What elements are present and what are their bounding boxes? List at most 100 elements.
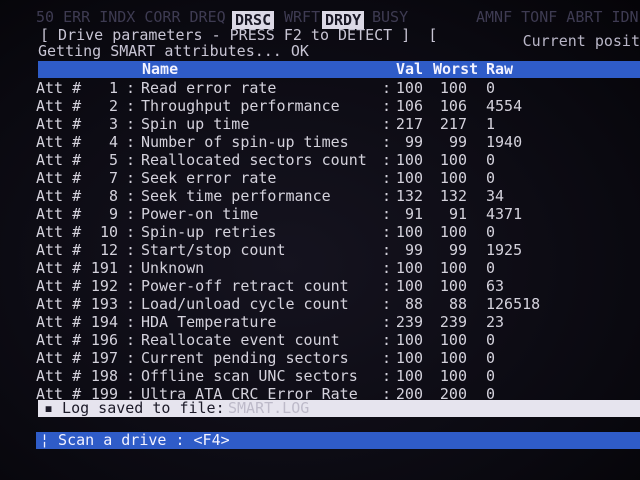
attr-id: 192 [90, 277, 118, 295]
attr-worst: 100 [439, 223, 467, 241]
scan-drive-hint: ¦ Scan a drive : <F4> [40, 431, 230, 449]
attr-worst: 100 [439, 79, 467, 97]
attr-raw: 1940 [486, 133, 523, 151]
separator: : [126, 151, 136, 169]
separator: : [126, 241, 136, 259]
separator: : [126, 97, 136, 115]
separator: : [126, 259, 136, 277]
attr-id: 5 [108, 151, 118, 169]
log-saved-bar: ▪ Log saved to file: SMART.LOG [38, 399, 640, 417]
attr-worst: 91 [448, 205, 467, 223]
attr-name: Current pending sectors [141, 349, 349, 367]
table-row: Att #197: Current pending sectors:100 100 0 [0, 349, 640, 367]
table-row: Att #10: Spin-up retries:100 100 0 [0, 223, 640, 241]
attr-worst: 100 [439, 367, 467, 385]
table-row: Att #194: HDA Temperature:239 239 23 [0, 313, 640, 331]
current-position-label: Current posit [522, 32, 640, 50]
status-flags-dim-left: 50 ERR INDX CORR DREQ [36, 8, 226, 26]
separator: : [382, 151, 392, 169]
attr-name: Load/unload cycle count [141, 295, 349, 313]
table-row: Att #4: Number of spin-up times:99 99 1940 [0, 133, 640, 151]
attr-prefix: Att # [36, 79, 82, 97]
attr-name: Read error rate [141, 79, 277, 97]
status-flag-wrft: WRFT [284, 8, 321, 26]
table-row: Att #193: Load/unload cycle count:88 88 126… [0, 295, 640, 313]
attr-prefix: Att # [36, 259, 82, 277]
attr-value: 100 [395, 277, 423, 295]
separator: : [126, 277, 136, 295]
attr-worst: 88 [448, 295, 467, 313]
separator: : [126, 115, 136, 133]
attr-worst: 100 [439, 277, 467, 295]
attr-prefix: Att # [36, 187, 82, 205]
separator: : [382, 313, 392, 331]
attr-prefix: Att # [36, 223, 82, 241]
log-saved-label: ▪ Log saved to file: [44, 399, 225, 417]
separator: : [126, 169, 136, 187]
attr-value: 100 [395, 79, 423, 97]
separator: : [382, 187, 392, 205]
separator: : [126, 133, 136, 151]
attr-raw: 0 [486, 151, 496, 169]
attr-prefix: Att # [36, 313, 82, 331]
attr-prefix: Att # [36, 277, 82, 295]
attr-prefix: Att # [36, 331, 82, 349]
attr-raw: 0 [486, 79, 496, 97]
separator: : [382, 259, 392, 277]
attr-prefix: Att # [36, 169, 82, 187]
attr-prefix: Att # [36, 133, 82, 151]
attr-raw: 1925 [486, 241, 523, 259]
smart-attributes-table: Att #1: Read error rate:100 100 0 Att #2: Thr… [0, 79, 640, 403]
table-row: Att #196: Reallocate event count:100 100 0 [0, 331, 640, 349]
table-row: Att #192: Power-off retract count:100 100 6… [0, 277, 640, 295]
attr-raw: 4371 [486, 205, 523, 223]
separator: : [126, 349, 136, 367]
col-header-raw: Raw [486, 60, 514, 78]
attr-value: 100 [395, 349, 423, 367]
attr-id: 9 [108, 205, 118, 223]
attr-prefix: Att # [36, 97, 82, 115]
attr-value: 99 [404, 241, 423, 259]
status-flags-dim-right: AMNF TONF ABRT IDNF [476, 8, 640, 26]
attr-id: 3 [108, 115, 118, 133]
attr-id: 12 [99, 241, 118, 259]
attr-prefix: Att # [36, 151, 82, 169]
col-header-worst: Worst [433, 60, 479, 78]
attr-value: 239 [395, 313, 423, 331]
attr-name: Spin-up retries [141, 223, 277, 241]
status-flag-busy: BUSY [372, 8, 409, 26]
attr-id: 2 [108, 97, 118, 115]
attr-worst: 99 [448, 241, 467, 259]
attr-id: 198 [90, 367, 118, 385]
separator: : [126, 223, 136, 241]
attr-id: 193 [90, 295, 118, 313]
attr-value: 100 [395, 223, 423, 241]
attr-raw: 0 [486, 259, 496, 277]
separator: : [126, 205, 136, 223]
attr-id: 8 [108, 187, 118, 205]
separator: : [382, 277, 392, 295]
separator: : [126, 367, 136, 385]
separator: : [126, 313, 136, 331]
separator: : [382, 133, 392, 151]
attr-prefix: Att # [36, 295, 82, 313]
attr-name: Seek time performance [141, 187, 331, 205]
attr-raw: 0 [486, 223, 496, 241]
separator: : [126, 295, 136, 313]
status-flags-line: 50 ERR INDX CORR DREQ DRSC WRFT DRDY BUS… [36, 6, 640, 29]
attr-id: 1 [108, 79, 118, 97]
attr-raw: 0 [486, 169, 496, 187]
terminal-screen: 50 ERR INDX CORR DREQ DRSC WRFT DRDY BUS… [0, 0, 640, 480]
attr-raw: 0 [486, 349, 496, 367]
table-row: Att #7: Seek error rate:100 100 0 [0, 169, 640, 187]
attr-raw: 1 [486, 115, 496, 133]
table-row: Att #2: Throughput performance:106 106 4554 [0, 97, 640, 115]
attr-name: Reallocate event count [141, 331, 340, 349]
separator: : [126, 79, 136, 97]
attr-id: 191 [90, 259, 118, 277]
attr-value: 132 [395, 187, 423, 205]
table-row: Att #5: Reallocated sectors count:100 100 0 [0, 151, 640, 169]
attr-raw: 0 [486, 367, 496, 385]
attr-name: Reallocated sectors count [141, 151, 367, 169]
attr-worst: 100 [439, 151, 467, 169]
